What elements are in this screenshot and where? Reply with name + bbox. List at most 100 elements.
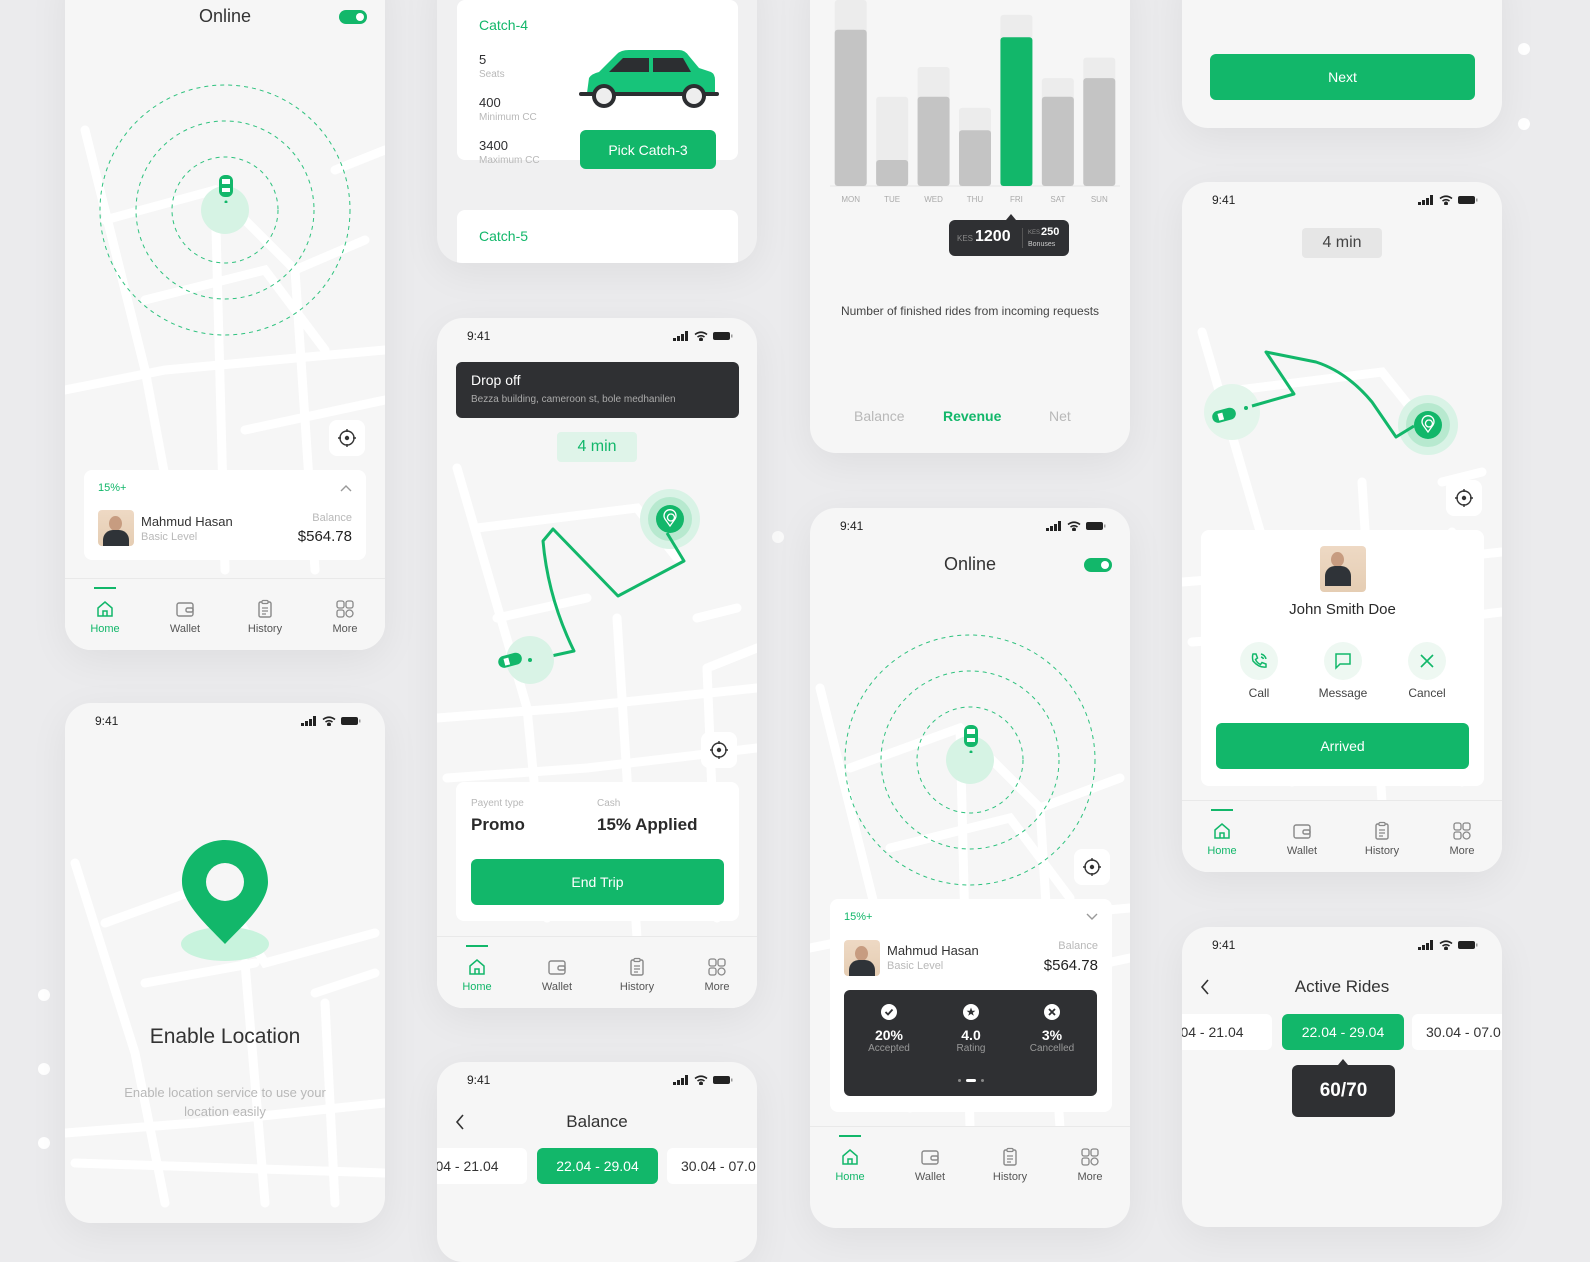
nav-item-home[interactable]: Home [75, 586, 135, 635]
nav-item-more[interactable]: More [315, 599, 375, 635]
nav-item-wallet[interactable]: Wallet [1272, 821, 1332, 857]
rides-count: 60/70 [1319, 1080, 1368, 1101]
nav-item-more[interactable]: More [687, 957, 747, 993]
date-range-chip[interactable]: 04 - 21.04 [1182, 1014, 1272, 1050]
nav-item-history[interactable]: History [607, 957, 667, 993]
online-toggle[interactable] [1084, 558, 1112, 572]
bonus-badge: 15%+ [844, 911, 873, 923]
battery-icon [1458, 941, 1478, 949]
passenger-avatar [1320, 546, 1366, 592]
pick-vehicle-button[interactable]: Pick Catch-3 [580, 130, 716, 169]
date-range-chip-selected[interactable]: 22.04 - 29.04 [1282, 1014, 1404, 1050]
history-icon [630, 957, 644, 976]
nav-item-history[interactable]: History [235, 599, 295, 635]
vehicle-card-catch-5[interactable]: Catch-5 [457, 210, 738, 263]
wallet-icon [176, 601, 194, 617]
nav-item-home[interactable]: Home [447, 944, 507, 993]
nav-item-history[interactable]: History [1352, 821, 1412, 857]
arrived-button[interactable]: Arrived [1216, 723, 1469, 769]
car-icon [1212, 407, 1236, 423]
nav-item-more[interactable]: More [1060, 1147, 1120, 1183]
status-icons [1046, 521, 1106, 531]
status-bar: 9:41 [65, 703, 385, 739]
status-time: 9:41 [1212, 938, 1236, 952]
stat-label: Accepted [868, 1043, 910, 1054]
balance-label: Balance [312, 512, 352, 524]
next-button[interactable]: Next [1210, 54, 1475, 100]
date-range-chip[interactable]: 30.04 - 07.0 [667, 1148, 757, 1184]
chevron-down-icon[interactable] [1086, 913, 1098, 921]
crosshair-icon [710, 741, 728, 759]
cancel-action[interactable]: Cancel [1399, 642, 1455, 700]
signal-icon [673, 331, 688, 341]
nav-label: More [332, 622, 358, 635]
locate-me-button[interactable] [329, 420, 365, 456]
vehicle-card-catch-4[interactable]: Catch-4 5 Seats 400 Minimum CC 3400 Maxi… [457, 0, 738, 169]
nav-item-wallet[interactable]: Wallet [900, 1147, 960, 1183]
screen-trip: 9:41 Drop off Bezza building, cameroon s… [437, 318, 757, 1008]
nav-item-wallet[interactable]: Wallet [527, 957, 587, 993]
crosshair-icon [1083, 858, 1101, 876]
signal-icon [1418, 195, 1433, 205]
car-icon [498, 652, 522, 668]
nav-item-home[interactable]: Home [820, 1134, 880, 1183]
nav-label: More [704, 980, 730, 993]
stat-rating: 4.0 Rating [926, 1004, 1016, 1054]
nav-item-more[interactable]: More [1432, 821, 1492, 857]
wifi-icon [1439, 195, 1453, 205]
screen-enable-location: 9:41 Enable Location Enable location ser… [65, 703, 385, 1223]
dropoff-banner[interactable]: Drop off Bezza building, cameroon st, bo… [456, 362, 739, 418]
bar-finished-sat[interactable] [1041, 96, 1074, 186]
tab-revenue[interactable]: Revenue [943, 408, 1001, 424]
bar-finished-thu[interactable] [959, 130, 991, 186]
history-icon [1003, 1147, 1017, 1166]
nav-item-home[interactable]: Home [1192, 808, 1252, 857]
signal-icon [301, 716, 316, 726]
tab-net[interactable]: Net [1049, 408, 1071, 424]
tooltip-bonus: 250 [1041, 226, 1060, 238]
bar-finished-tue[interactable] [876, 159, 909, 186]
screen-title: Active Rides [1294, 977, 1390, 996]
battery-icon [713, 1076, 733, 1084]
avatar [844, 940, 880, 976]
nav-label: Home [90, 622, 120, 635]
locate-me-button[interactable] [1446, 480, 1482, 516]
date-range-chip[interactable]: 30.04 - 07.0 [1412, 1014, 1502, 1050]
eta-badge: 4 min [557, 432, 637, 462]
tab-balance[interactable]: Balance [854, 408, 905, 424]
locate-me-button[interactable] [701, 732, 737, 768]
car-illustration [579, 50, 719, 108]
status-bar: 9:41 [1182, 182, 1502, 218]
more-icon [1081, 1147, 1099, 1166]
pager-dots[interactable] [844, 1079, 1097, 1082]
chevron-up-icon[interactable] [340, 484, 352, 492]
x-tick-label: SAT [1050, 195, 1066, 204]
bar-finished-mon[interactable] [834, 29, 867, 187]
history-icon [1375, 821, 1389, 840]
tooltip-value: 1200 [975, 228, 1011, 245]
date-range-chip-selected[interactable]: 22.04 - 29.04 [537, 1148, 658, 1184]
driver-card[interactable]: 15%+ Mahmud Hasan Basic Level Balance $5… [84, 470, 366, 560]
locate-me-button[interactable] [1074, 849, 1110, 885]
online-toggle[interactable] [339, 10, 367, 24]
nav-item-wallet[interactable]: Wallet [155, 599, 215, 635]
driver-card-expanded[interactable]: 15%+ Mahmud Hasan Basic Level Balance $5… [830, 899, 1112, 1112]
call-action[interactable]: Call [1231, 642, 1287, 700]
car-icon [964, 725, 978, 753]
stat-value: 20% [874, 1027, 904, 1043]
wifi-icon [1439, 940, 1453, 950]
date-range-chip[interactable]: 04 - 21.04 [437, 1148, 527, 1184]
crosshair-icon [1455, 489, 1473, 507]
bar-finished-fri[interactable] [1000, 37, 1033, 187]
battery-icon [1086, 522, 1106, 530]
end-trip-button[interactable]: End Trip [471, 859, 724, 905]
bar-finished-sun[interactable] [1083, 78, 1116, 186]
signal-icon [1418, 940, 1433, 950]
check-circle-icon [881, 1004, 897, 1020]
message-action[interactable]: Message [1313, 642, 1373, 700]
nav-item-history[interactable]: History [980, 1147, 1040, 1183]
x-tick-label: MON [841, 195, 861, 204]
more-icon [336, 599, 354, 618]
bar-finished-wed[interactable] [917, 96, 950, 186]
car-icon [219, 175, 233, 203]
